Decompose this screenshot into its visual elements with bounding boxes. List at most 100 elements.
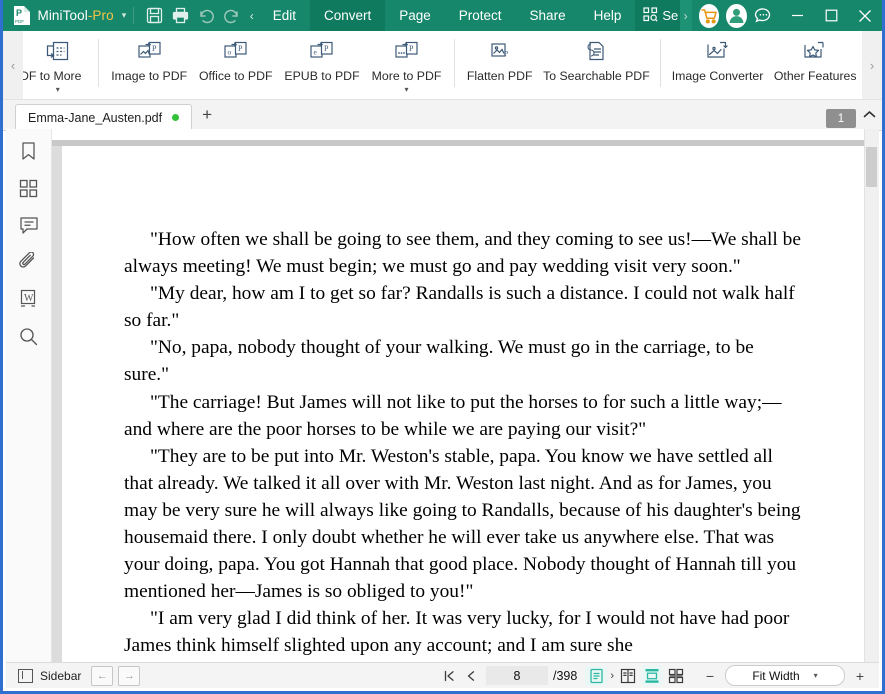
document-viewport[interactable]: "How often we shall be going to see them… — [52, 129, 864, 663]
attachment-icon[interactable] — [15, 250, 43, 274]
ribbon-scroll-right[interactable]: › — [862, 31, 882, 99]
user-avatar-icon[interactable] — [726, 3, 748, 28]
total-pages-label: /398 — [552, 668, 578, 683]
main-body: W "How often we shall be going to see th… — [6, 129, 879, 663]
menu-scroll-right[interactable]: › — [679, 0, 692, 31]
ribbon-pdf-to-more[interactable]: DF to More ▾ — [23, 31, 92, 94]
title-bar: P PDF MiniTool-Pro ▾ ‹ Edit Convert Page… — [3, 0, 882, 31]
other-features-icon — [801, 38, 829, 64]
viewport-top-gap — [52, 129, 864, 140]
menu-tabs: Edit Convert Page Protect Share Help — [259, 0, 636, 31]
sidebar-toggle[interactable]: Sidebar — [18, 668, 82, 683]
flatten-pdf-icon: P — [487, 38, 513, 64]
zoom-out-button[interactable]: − — [701, 667, 719, 685]
tab-edit[interactable]: Edit — [259, 0, 310, 31]
ribbon-other-features[interactable]: Other Features — [768, 31, 862, 83]
svg-text:P: P — [409, 44, 414, 53]
svg-text:P: P — [152, 44, 157, 53]
page-navigation: 8 /398 › — [439, 665, 687, 686]
zoom-level-label: Fit Width — [752, 668, 800, 683]
ribbon-image-converter-label: Image Converter — [671, 69, 764, 83]
svg-text:o: o — [228, 48, 232, 57]
ribbon-office-to-pdf[interactable]: o P Office to PDF — [193, 31, 279, 83]
vertical-scrollbar[interactable] — [864, 129, 879, 663]
zoom-level-select[interactable]: Fit Width ▾ — [725, 665, 845, 686]
paragraph: "I am very glad I did think of her. It w… — [124, 608, 790, 657]
page-left-margin — [52, 146, 62, 663]
left-sidebar-rail: W — [6, 129, 52, 663]
save-button[interactable] — [141, 0, 167, 31]
prev-page-icon[interactable] — [461, 666, 481, 686]
chevron-down-icon[interactable]: ▾ — [405, 86, 409, 94]
redo-button[interactable] — [219, 0, 245, 31]
ribbon-toolbar: ‹ DF to More ▾ P Image to PDF o P Office… — [3, 31, 882, 100]
maximize-button[interactable] — [815, 0, 849, 31]
pdf-to-more-icon — [44, 38, 71, 64]
tab-share[interactable]: Share — [516, 0, 580, 31]
svg-text:e: e — [314, 48, 318, 57]
history-forward-button[interactable]: → — [118, 665, 141, 686]
page-badge[interactable]: 1 — [826, 109, 856, 128]
scrollbar-thumb[interactable] — [866, 147, 877, 187]
first-page-icon[interactable] — [439, 666, 459, 686]
document-tab[interactable]: Emma-Jane_Austen.pdf — [15, 104, 193, 130]
history-back-button[interactable]: ← — [91, 665, 114, 686]
ribbon-office-to-pdf-label: Office to PDF — [198, 69, 273, 83]
search-label: Se — [662, 8, 679, 23]
comment-icon[interactable] — [15, 213, 43, 237]
chat-bubble-icon[interactable] — [747, 0, 781, 31]
paragraph: "They are to be put into Mr. Weston's st… — [124, 445, 801, 603]
ribbon-image-to-pdf[interactable]: P Image to PDF — [105, 31, 193, 83]
collapse-ribbon-button[interactable] — [856, 99, 882, 129]
ribbon-items: DF to More ▾ P Image to PDF o P Office t… — [23, 31, 862, 99]
tab-page[interactable]: Page — [385, 0, 445, 31]
tab-protect[interactable]: Protect — [445, 0, 516, 31]
zoom-controls: − Fit Width ▾ + — [701, 665, 869, 686]
new-tab-button[interactable]: + — [192, 100, 222, 130]
thumbnails-icon[interactable] — [15, 176, 43, 200]
tab-help[interactable]: Help — [580, 0, 636, 31]
chevron-down-icon: ▾ — [813, 671, 818, 680]
menu-scroll-left[interactable]: ‹ — [245, 0, 259, 31]
ribbon-flatten-pdf[interactable]: P Flatten PDF — [460, 31, 538, 83]
ribbon-epub-to-pdf[interactable]: e P EPUB to PDF — [279, 31, 366, 83]
divider — [98, 39, 100, 87]
ribbon-image-converter[interactable]: Image Converter — [667, 31, 769, 83]
ribbon-to-searchable-pdf[interactable]: To Searchable PDF — [539, 31, 654, 83]
status-bar: Sidebar ← → 8 /398 › − Fit Width ▾ + — [6, 662, 879, 688]
current-page-input[interactable]: 8 — [485, 666, 548, 685]
minimize-button[interactable] — [781, 0, 815, 31]
svg-text:W: W — [24, 293, 34, 304]
search-icon[interactable] — [15, 324, 43, 348]
search-button[interactable]: Se — [635, 0, 680, 31]
ribbon-flatten-pdf-label: Flatten PDF — [466, 69, 533, 83]
ribbon-scroll-left[interactable]: ‹ — [3, 31, 23, 99]
document-tab-strip: Emma-Jane_Austen.pdf + 1 — [3, 100, 882, 131]
minitool-pdf-window: P PDF MiniTool-Pro ▾ ‹ Edit Convert Page… — [0, 0, 885, 694]
chevron-down-icon[interactable]: ▾ — [56, 86, 60, 94]
facing-scroll-view-button[interactable] — [665, 666, 687, 686]
zoom-in-button[interactable]: + — [851, 667, 869, 685]
svg-text:PDF: PDF — [15, 19, 24, 24]
svg-text:P: P — [504, 49, 508, 58]
print-button[interactable] — [167, 0, 193, 31]
two-page-view-button[interactable] — [617, 666, 639, 686]
document-tab-label: Emma-Jane_Austen.pdf — [28, 110, 163, 125]
divider — [133, 7, 135, 24]
word-icon[interactable]: W — [15, 287, 43, 311]
bookmark-icon[interactable] — [15, 139, 43, 163]
ribbon-pdf-to-more-label: DF to More — [23, 69, 82, 83]
tab-convert[interactable]: Convert — [309, 0, 386, 31]
ribbon-more-to-pdf[interactable]: P More to PDF ▾ — [365, 31, 447, 94]
close-button[interactable] — [848, 0, 882, 31]
scan-search-icon — [643, 6, 658, 25]
continuous-scroll-view-button[interactable] — [641, 665, 663, 686]
pdf-logo-icon: P PDF — [11, 0, 33, 31]
single-page-view-button[interactable] — [585, 665, 608, 686]
cart-icon[interactable] — [698, 3, 720, 28]
sidebar-toggle-label: Sidebar — [40, 668, 82, 683]
brand-dropdown-caret[interactable]: ▾ — [122, 11, 127, 20]
ribbon-to-searchable-pdf-label: To Searchable PDF — [543, 69, 650, 83]
undo-button[interactable] — [193, 0, 219, 31]
pdf-page[interactable]: "How often we shall be going to see them… — [62, 146, 864, 663]
